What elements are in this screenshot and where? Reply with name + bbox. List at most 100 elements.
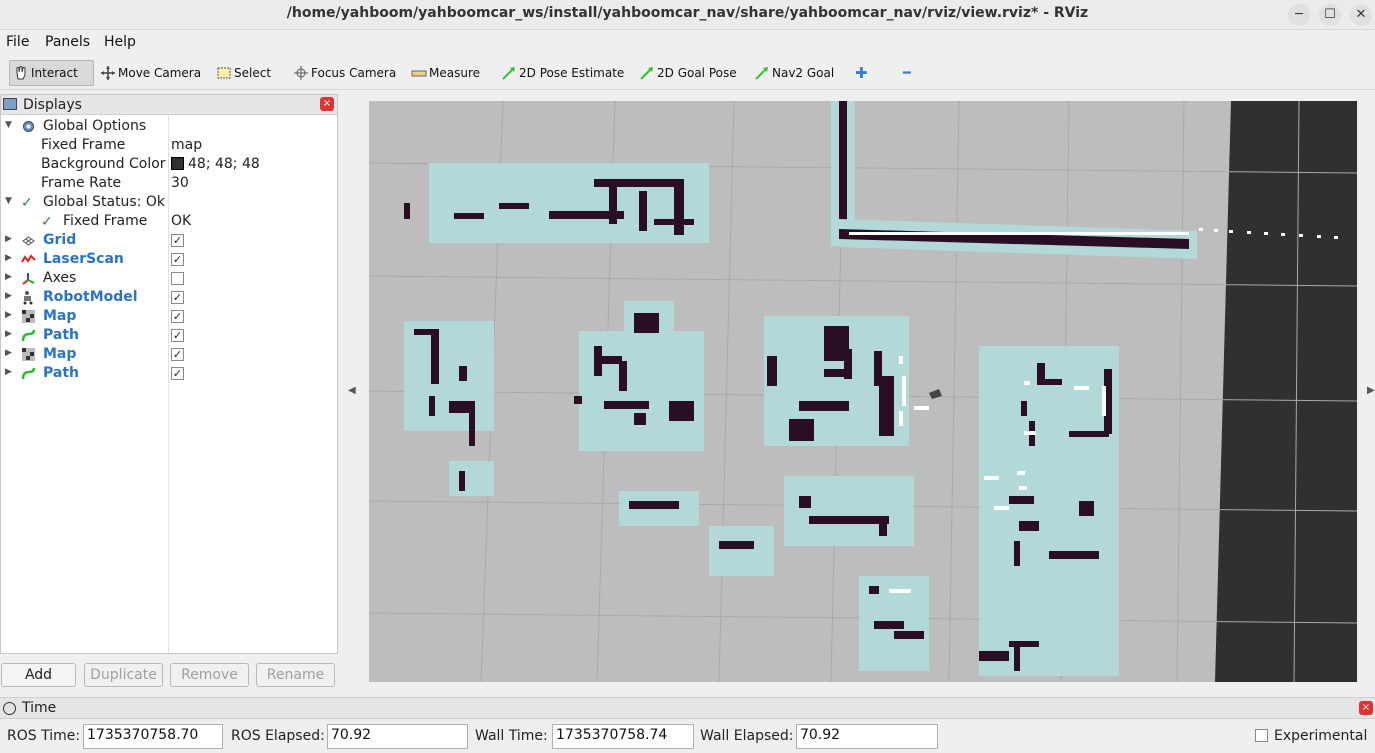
measure-tool-button[interactable]: Measure xyxy=(408,60,483,86)
tree-label: LaserScan xyxy=(43,251,124,267)
duplicate-display-button[interactable]: Duplicate xyxy=(84,663,163,687)
expand-right-icon[interactable]: ▶ xyxy=(5,329,12,339)
select-box-icon xyxy=(216,65,232,81)
expand-right-icon[interactable]: ▶ xyxy=(5,291,12,301)
experimental-checkbox[interactable] xyxy=(1255,729,1268,742)
wall-elapsed-field[interactable]: 70.92 xyxy=(796,724,938,749)
expand-right-icon[interactable]: ▶ xyxy=(5,253,12,263)
window-title: /home/yahboom/yahboomcar_ws/install/yahb… xyxy=(286,5,1089,21)
inflation-zone xyxy=(784,476,914,546)
green-arrow-icon xyxy=(639,65,655,81)
tree-row-robotmodel[interactable]: ▶ RobotModel ✓ xyxy=(1,288,337,307)
experimental-label: Experimental xyxy=(1274,728,1368,744)
check-icon: ✓ xyxy=(21,195,33,211)
tree-row-grid[interactable]: ▶ Grid ✓ xyxy=(1,231,337,250)
pose-estimate-label: 2D Pose Estimate xyxy=(519,66,625,80)
remove-tool-button[interactable]: ━ xyxy=(900,60,914,86)
menu-bar: File Panels Help xyxy=(0,31,1375,55)
add-tool-button[interactable]: ✚ xyxy=(852,60,871,86)
tree-row-frame-rate[interactable]: Frame Rate 30 xyxy=(1,174,337,193)
goal-pose-tool-button[interactable]: 2D Goal Pose xyxy=(636,60,740,86)
fixed-frame-value[interactable]: map xyxy=(171,137,202,153)
select-tool-button[interactable]: Select xyxy=(213,60,274,86)
expand-down-icon[interactable]: ▼ xyxy=(5,120,12,130)
path-points xyxy=(889,589,911,593)
tree-row-map-2[interactable]: ▶ Map ✓ xyxy=(1,345,337,364)
tree-row-status-fixed-frame[interactable]: ✓ Fixed Frame OK xyxy=(1,212,337,231)
tree-row-fixed-frame[interactable]: Fixed Frame map xyxy=(1,136,337,155)
tree-row-path[interactable]: ▶ Path ✓ xyxy=(1,326,337,345)
close-window-button[interactable]: ✕ xyxy=(1350,4,1372,26)
expand-right-icon[interactable]: ▶ xyxy=(5,348,12,358)
tree-row-background-color[interactable]: Background Color 48; 48; 48 xyxy=(1,155,337,174)
interact-tool-button[interactable]: Interact xyxy=(9,60,94,86)
tree-row-path-2[interactable]: ▶ Path ✓ xyxy=(1,364,337,383)
path-icon xyxy=(21,366,36,381)
expand-right-icon[interactable]: ▶ xyxy=(5,310,12,320)
inflation-zone xyxy=(429,163,709,243)
remove-display-button[interactable]: Remove xyxy=(170,663,249,687)
menu-panels[interactable]: Panels xyxy=(45,34,90,50)
tree-label: Axes xyxy=(43,270,77,286)
tree-label: Global Options xyxy=(43,118,147,134)
focus-camera-tool-button[interactable]: Focus Camera xyxy=(290,60,399,86)
gear-icon xyxy=(21,119,36,134)
goal-pose-label: 2D Goal Pose xyxy=(657,66,737,80)
ros-elapsed-field[interactable]: 70.92 xyxy=(327,724,468,749)
tree-row-laserscan[interactable]: ▶ LaserScan ✓ xyxy=(1,250,337,269)
color-swatch xyxy=(171,157,184,170)
map-2-checkbox[interactable]: ✓ xyxy=(171,348,184,361)
tree-row-global-status[interactable]: ▼ ✓ Global Status: Ok xyxy=(1,193,337,212)
pose-estimate-tool-button[interactable]: 2D Pose Estimate xyxy=(498,60,627,86)
map-checkbox[interactable]: ✓ xyxy=(171,310,184,323)
inflation-zone xyxy=(404,321,494,431)
render-viewport[interactable] xyxy=(369,101,1357,682)
tree-row-global-options[interactable]: ▼ Global Options xyxy=(1,117,337,136)
check-icon: ✓ xyxy=(41,214,53,230)
laserscan-icon xyxy=(21,252,36,267)
rviz-window: /home/yahboom/yahboomcar_ws/install/yahb… xyxy=(0,0,1375,753)
expand-right-icon[interactable]: ▶ xyxy=(5,234,12,244)
map-icon xyxy=(21,347,36,362)
menu-help[interactable]: Help xyxy=(104,34,136,50)
obstacle-block xyxy=(459,471,465,491)
rename-display-button[interactable]: Rename xyxy=(256,663,335,687)
tree-label: Global Status: Ok xyxy=(43,194,166,210)
background-color-text: 48; 48; 48 xyxy=(188,156,260,172)
robotmodel-checkbox[interactable]: ✓ xyxy=(171,291,184,304)
path-checkbox[interactable]: ✓ xyxy=(171,329,184,342)
tree-label: Grid xyxy=(43,232,77,248)
menu-file[interactable]: File xyxy=(6,34,29,50)
nav2-goal-tool-button[interactable]: Nav2 Goal xyxy=(751,60,837,86)
path-2-checkbox[interactable]: ✓ xyxy=(171,367,184,380)
ros-time-field[interactable]: 1735370758.70 xyxy=(83,724,223,749)
expand-right-icon[interactable]: ▶ xyxy=(5,272,12,282)
grid-checkbox[interactable]: ✓ xyxy=(171,234,184,247)
laserscan-checkbox[interactable]: ✓ xyxy=(171,253,184,266)
minimize-button[interactable]: ─ xyxy=(1288,4,1310,26)
green-arrow-icon xyxy=(501,65,517,81)
tree-row-axes[interactable]: ▶ Axes xyxy=(1,269,337,288)
add-display-button[interactable]: Add xyxy=(1,663,76,687)
close-panel-icon[interactable]: × xyxy=(1359,701,1373,715)
expand-down-icon[interactable]: ▼ xyxy=(5,196,12,206)
close-panel-icon[interactable]: × xyxy=(320,97,334,111)
tree-label: Fixed Frame xyxy=(63,213,148,229)
tree-row-map[interactable]: ▶ Map ✓ xyxy=(1,307,337,326)
move-camera-tool-button[interactable]: Move Camera xyxy=(97,60,204,86)
collapse-right-icon[interactable]: ▶ xyxy=(1367,385,1375,396)
grid-icon xyxy=(21,233,36,248)
expand-right-icon[interactable]: ▶ xyxy=(5,367,12,377)
crosshair-icon xyxy=(293,65,309,81)
frame-rate-value[interactable]: 30 xyxy=(171,175,189,191)
clock-icon xyxy=(3,702,16,715)
wall-time-field[interactable]: 1735370758.74 xyxy=(552,724,694,749)
tree-label: Frame Rate xyxy=(41,175,122,191)
collapse-left-icon[interactable]: ◀ xyxy=(348,385,356,396)
maximize-button[interactable]: ☐ xyxy=(1319,4,1341,26)
green-arrow-icon xyxy=(754,65,770,81)
move-arrows-icon xyxy=(100,65,116,81)
background-color-value[interactable]: 48; 48; 48 xyxy=(171,156,260,172)
tree-label: Path xyxy=(43,327,79,343)
axes-checkbox[interactable] xyxy=(171,272,184,285)
